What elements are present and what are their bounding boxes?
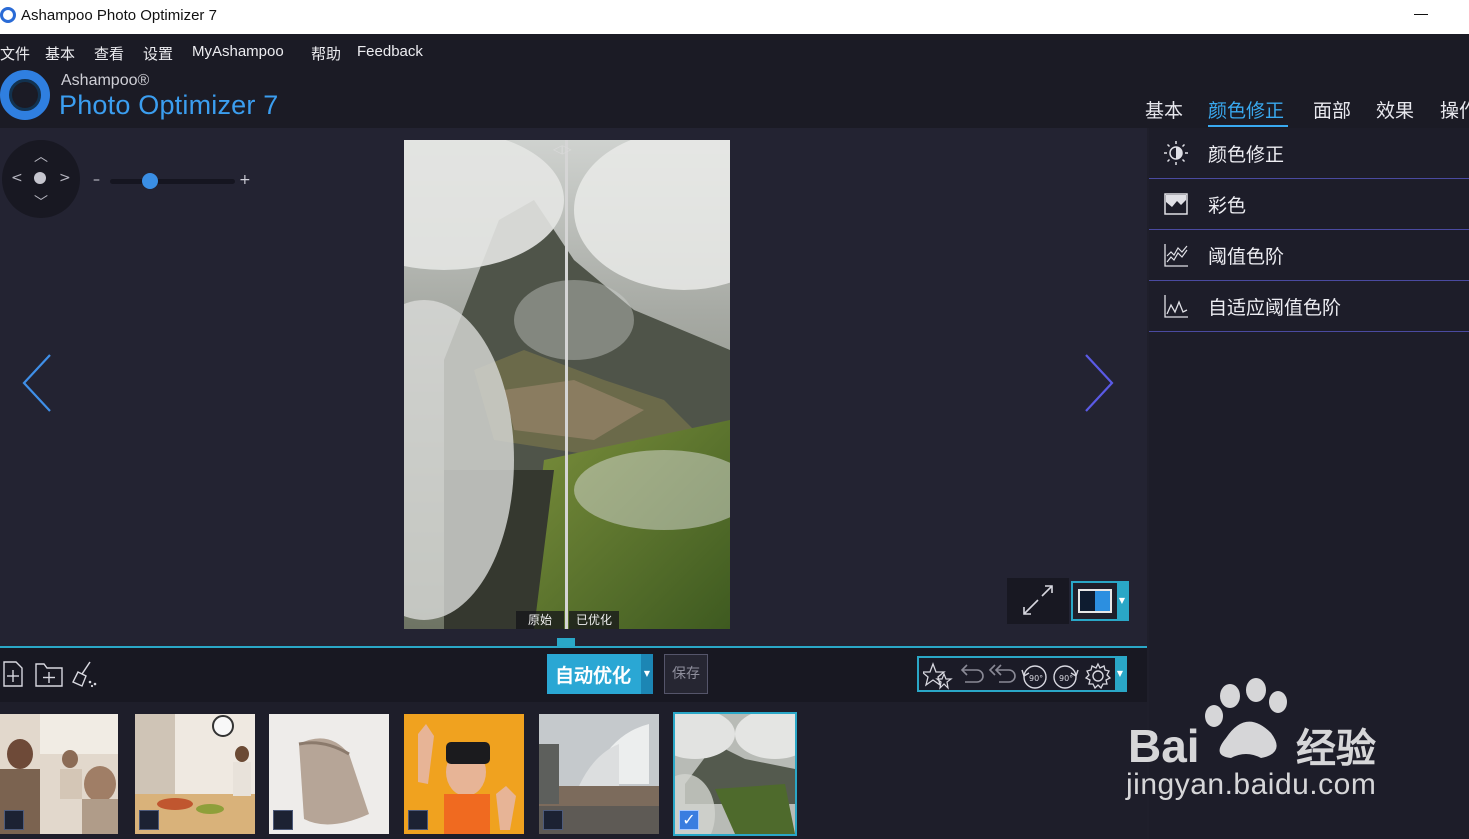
menu-feedback[interactable]: Feedback (357, 43, 423, 60)
thumbnail-checkbox[interactable] (543, 810, 563, 830)
svg-text:经验: 经验 (1296, 726, 1376, 772)
sidebar-item-adaptive-levels[interactable]: 自适应阈值色阶 (1149, 281, 1469, 332)
menu-view[interactable]: 查看 (94, 43, 124, 64)
tab-operations[interactable]: 操作 (1440, 96, 1469, 123)
tab-basic[interactable]: 基本 (1145, 96, 1183, 123)
thumbnail-checkbox-checked[interactable]: ✓ (679, 810, 699, 830)
thumbnail-checkbox[interactable] (4, 810, 24, 830)
add-file-icon[interactable] (2, 660, 24, 688)
thumbnail-item-selected[interactable]: ✓ (673, 712, 797, 836)
label-original: 原始 (516, 611, 564, 629)
sidebar-item-color[interactable]: 彩色 (1149, 179, 1469, 230)
brand-company: Ashampoo® (61, 72, 150, 89)
pan-left-icon[interactable]: < (11, 170, 23, 186)
undo-all-icon[interactable] (985, 662, 1017, 690)
compare-divider[interactable] (565, 140, 568, 629)
menu-myashampoo[interactable]: MyAshampoo (192, 43, 284, 60)
settings-gear-icon[interactable] (1083, 662, 1113, 690)
thumbnail-item[interactable] (404, 714, 524, 834)
pan-right-icon[interactable]: > (59, 170, 71, 186)
previous-image-icon[interactable] (18, 353, 58, 413)
pan-center-icon[interactable] (34, 172, 46, 184)
edit-tools-dropdown-icon[interactable]: ▼ (1115, 658, 1125, 690)
levels-icon (1164, 244, 1188, 267)
thumbnail-filmstrip: ✓ (0, 702, 1147, 839)
zoom-out-button[interactable]: – (93, 172, 100, 188)
rotate-left-label: 90° (1029, 674, 1043, 683)
sidebar-item-label: 自适应阈值色阶 (1208, 297, 1342, 319)
menu-basic[interactable]: 基本 (45, 43, 75, 64)
pan-navigator[interactable]: ︿ < > ﹀ (2, 140, 80, 218)
auto-optimize-dropdown-icon[interactable]: ▼ (641, 654, 653, 694)
thumbnail-checkbox[interactable] (273, 810, 293, 830)
next-image-icon[interactable] (1078, 353, 1118, 413)
thumbnail-item[interactable] (135, 714, 255, 834)
auto-optimize-label: 自动优化 (555, 665, 632, 687)
tab-color-correction[interactable]: 颜色修正 (1208, 96, 1284, 123)
add-folder-icon[interactable] (34, 660, 64, 688)
label-optimized: 已优化 (569, 611, 619, 629)
adaptive-levels-icon (1164, 295, 1188, 318)
edit-tools-group: 90° 90° ▼ (917, 656, 1127, 692)
thumbnail-item[interactable] (0, 714, 118, 834)
zoom-slider-track[interactable] (110, 179, 235, 184)
pan-down-icon[interactable]: ﹀ (34, 192, 48, 212)
window-title: Ashampoo Photo Optimizer 7 (21, 7, 217, 24)
zoom-slider-thumb[interactable] (142, 173, 158, 189)
active-tab-indicator (1208, 125, 1288, 127)
menu-settings[interactable]: 设置 (143, 43, 173, 64)
menu-file[interactable]: 文件 (0, 43, 30, 64)
sidebar-item-label: 颜色修正 (1208, 144, 1285, 166)
app-logo-icon (0, 7, 16, 23)
title-bar: Ashampoo Photo Optimizer 7 (0, 0, 1469, 34)
compare-handle-icon[interactable]: ◁▷ (553, 142, 571, 156)
fullscreen-icon (1023, 585, 1053, 615)
rotate-right-label: 90° (1059, 674, 1073, 683)
app-header: Ashampoo® Photo Optimizer 7 基本 颜色修正 面部 效… (0, 68, 1469, 128)
tab-face[interactable]: 面部 (1313, 96, 1351, 123)
clear-broom-icon[interactable] (70, 660, 100, 688)
compare-dropdown-icon[interactable]: ▼ (1117, 583, 1127, 619)
undo-icon[interactable] (955, 662, 985, 690)
sidebar-item-label: 阈值色阶 (1208, 246, 1285, 268)
brand-logo-icon (0, 70, 50, 120)
svg-text:Bai: Bai (1128, 720, 1200, 772)
image-viewer: ︿ < > ﹀ – + ◁▷ 原始 已优化 ▼ (0, 128, 1147, 648)
compare-view-button[interactable]: ▼ (1071, 581, 1129, 621)
thumbnail-checkbox[interactable] (139, 810, 159, 830)
rotate-left-90-icon[interactable]: 90° (1018, 662, 1050, 690)
zoom-in-button[interactable]: + (239, 172, 251, 188)
minimize-button[interactable] (1414, 14, 1428, 15)
sidebar-item-levels[interactable]: 阈值色阶 (1149, 230, 1469, 281)
thumbnail-item[interactable] (269, 714, 389, 834)
fullscreen-button[interactable] (1007, 578, 1069, 624)
sidebar-item-label: 彩色 (1208, 195, 1247, 217)
thumbnail-checkbox[interactable] (408, 810, 428, 830)
pan-up-icon[interactable]: ︿ (34, 146, 48, 166)
auto-optimize-button[interactable]: 自动优化 ▼ (547, 654, 653, 694)
split-view-icon (1078, 589, 1112, 613)
bottom-toolbar: 自动优化 ▼ 保存 90° 90° ▼ (0, 646, 1147, 702)
menu-bar: 文件 基本 查看 设置 MyAshampoo 帮助 Feedback (0, 34, 1469, 68)
color-icon (1164, 193, 1188, 215)
favorite-stars-icon[interactable] (923, 662, 953, 690)
watermark-url: jingyan.baidu.com (1126, 768, 1377, 801)
brightness-icon (1164, 141, 1188, 165)
tab-effects[interactable]: 效果 (1376, 96, 1414, 123)
sidebar-item-color-correction[interactable]: 颜色修正 (1149, 128, 1469, 179)
brand-product: Photo Optimizer 7 (59, 90, 279, 120)
save-button[interactable]: 保存 (664, 654, 708, 694)
menu-help[interactable]: 帮助 (311, 43, 341, 64)
rotate-right-90-icon[interactable]: 90° (1050, 662, 1082, 690)
thumbnail-item[interactable] (539, 714, 659, 834)
